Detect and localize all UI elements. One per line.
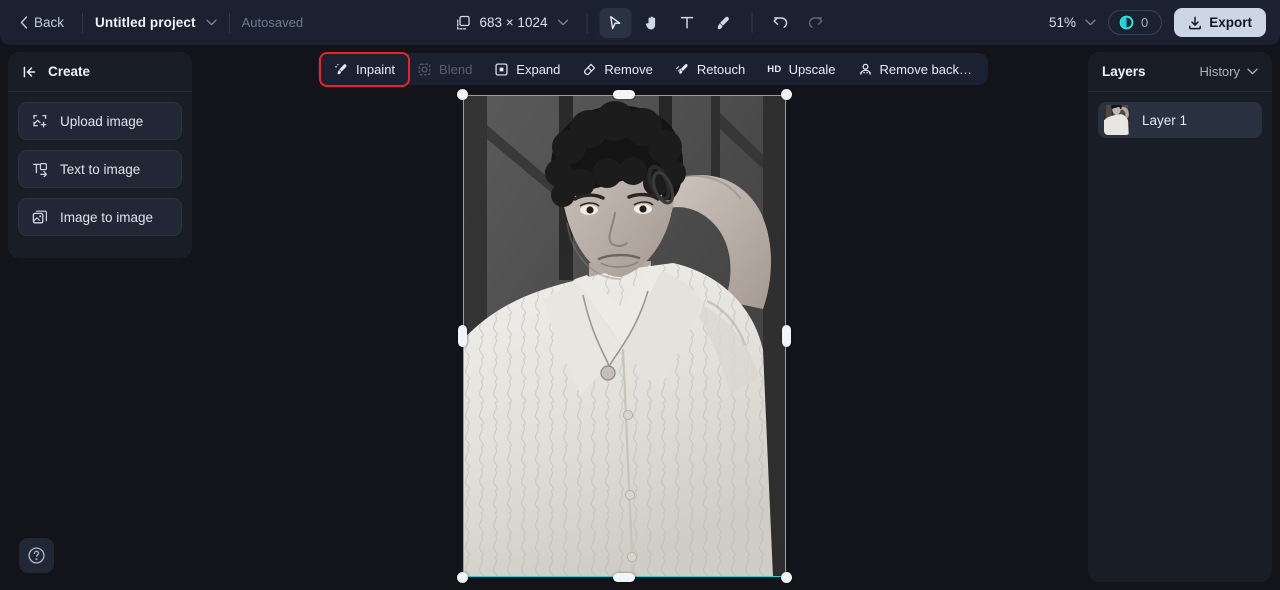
- tool-buttons: [599, 7, 739, 38]
- layer-item[interactable]: Layer 1: [1098, 102, 1262, 138]
- chevron-left-icon: [20, 16, 28, 29]
- text-to-image-icon: [32, 161, 48, 177]
- divider: [586, 12, 588, 33]
- divider: [228, 12, 230, 33]
- upload-image-icon: [32, 113, 48, 129]
- redo-icon[interactable]: [800, 8, 832, 38]
- transform-icon[interactable]: [448, 8, 480, 38]
- hand-icon[interactable]: [635, 8, 667, 38]
- brush-icon[interactable]: [707, 8, 739, 38]
- layers-panel-header: Layers History: [1088, 52, 1272, 92]
- text-icon[interactable]: [671, 8, 703, 38]
- canvas-area[interactable]: [200, 45, 1080, 590]
- layers-panel: Layers History Layer 1: [1088, 52, 1272, 582]
- history-label: History: [1199, 64, 1240, 79]
- autosaved-status: Autosaved: [241, 15, 304, 30]
- resize-handle-top-left[interactable]: [457, 89, 468, 100]
- credit-coin-icon: [1119, 15, 1134, 30]
- create-panel: Create Upload image Text to image Image …: [8, 52, 192, 258]
- layer-name: Layer 1: [1142, 112, 1188, 128]
- zoom-level: 51%: [1048, 15, 1076, 30]
- project-name-group[interactable]: Untitled project: [95, 15, 217, 30]
- back-label: Back: [34, 15, 65, 30]
- resize-handle-top-right[interactable]: [781, 89, 792, 100]
- zoom-selector[interactable]: 51%: [1049, 15, 1096, 30]
- export-button[interactable]: Export: [1174, 8, 1266, 37]
- divider: [82, 12, 84, 33]
- image-to-image-icon: [32, 209, 48, 225]
- canvas-size-selector[interactable]: 683 × 1024: [480, 15, 575, 30]
- create-panel-body: Upload image Text to image Image to imag…: [8, 92, 192, 246]
- create-item-label: Image to image: [60, 209, 154, 225]
- resize-handle-right-middle[interactable]: [782, 325, 791, 347]
- create-item-label: Upload image: [60, 113, 144, 129]
- resize-handle-top-center[interactable]: [613, 90, 635, 99]
- resize-handle-bottom-center[interactable]: [613, 573, 635, 582]
- top-bar: Back Untitled project Autosaved 683 × 10…: [0, 0, 1280, 45]
- top-bar-right: 51% 0 Export: [1049, 0, 1266, 45]
- chevron-down-icon[interactable]: [1247, 68, 1258, 75]
- chevron-down-icon[interactable]: [1085, 19, 1096, 26]
- resize-handle-bottom-right[interactable]: [781, 572, 792, 583]
- credits-count: 0: [1141, 15, 1149, 30]
- create-item-label: Text to image: [60, 161, 141, 177]
- image-selection[interactable]: [457, 89, 792, 583]
- collapse-panel-icon[interactable]: [22, 65, 38, 79]
- download-icon: [1188, 16, 1202, 30]
- selection-border: [463, 95, 786, 577]
- divider: [751, 12, 753, 33]
- chevron-down-icon[interactable]: [557, 19, 569, 26]
- history-buttons: [764, 8, 832, 38]
- layers-title: Layers: [1102, 64, 1146, 79]
- credits-badge[interactable]: 0: [1108, 10, 1163, 35]
- image-editor-app: Back Untitled project Autosaved 683 × 10…: [0, 0, 1280, 590]
- top-bar-center-tools: 683 × 1024: [448, 7, 833, 38]
- layers-list: Layer 1: [1088, 92, 1272, 148]
- export-label: Export: [1209, 15, 1252, 30]
- canvas-dimensions: 683 × 1024: [479, 15, 548, 30]
- select-icon[interactable]: [599, 7, 632, 38]
- text-to-image-button[interactable]: Text to image: [18, 150, 182, 188]
- project-name: Untitled project: [95, 15, 196, 30]
- history-tab[interactable]: History: [1200, 64, 1258, 79]
- create-panel-header: Create: [8, 52, 192, 92]
- back-button[interactable]: Back: [14, 11, 70, 34]
- help-button[interactable]: [19, 538, 54, 573]
- chevron-down-icon[interactable]: [205, 19, 217, 26]
- resize-handle-left-middle[interactable]: [458, 325, 467, 347]
- undo-icon[interactable]: [764, 8, 796, 38]
- image-to-image-button[interactable]: Image to image: [18, 198, 182, 236]
- create-panel-title: Create: [48, 64, 91, 79]
- top-bar-left: Back Untitled project Autosaved: [0, 11, 303, 34]
- upload-image-button[interactable]: Upload image: [18, 102, 182, 140]
- layer-thumbnail: [1104, 105, 1130, 135]
- resize-handle-bottom-left[interactable]: [457, 572, 468, 583]
- question-mark-icon: [27, 546, 46, 565]
